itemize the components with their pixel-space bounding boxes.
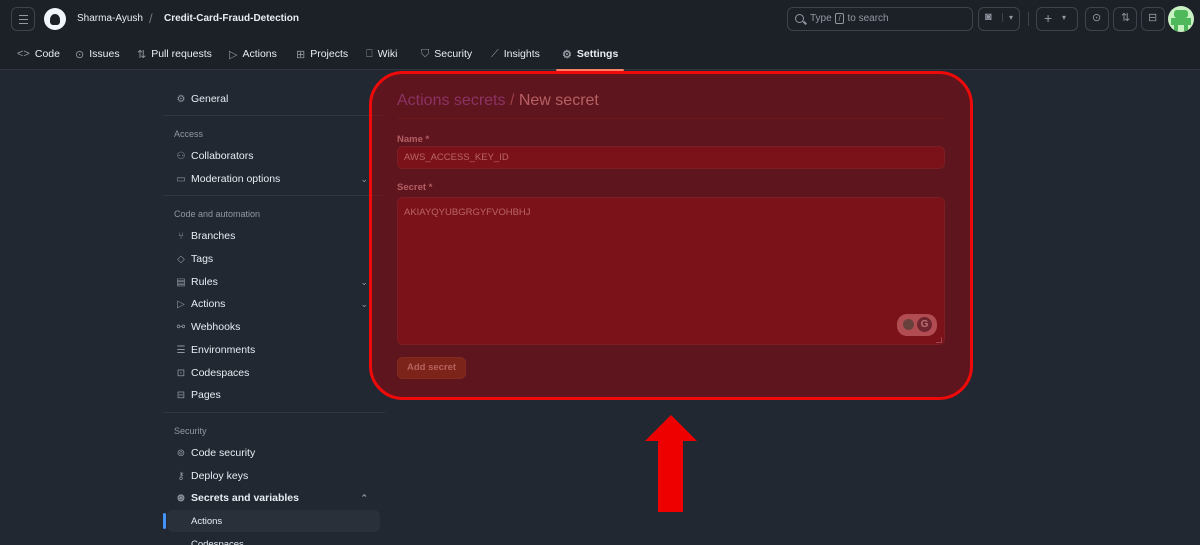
repo-owner-link[interactable]: Sharma-Ayush bbox=[77, 13, 143, 24]
pull-request-icon: ⇅ bbox=[1121, 12, 1131, 24]
codescan-icon: ⊚ bbox=[176, 447, 186, 459]
tab-actions[interactable]: ▷ Actions bbox=[229, 38, 277, 70]
copilot-button[interactable]: ◙ ▾ bbox=[978, 7, 1020, 31]
secret-label: Secret * bbox=[397, 182, 433, 193]
chevron-down-icon[interactable]: ▾ bbox=[1002, 13, 1013, 22]
asterisk-icon: ⊛ bbox=[176, 492, 186, 504]
header-divider bbox=[1028, 12, 1029, 26]
divider bbox=[397, 118, 945, 119]
gear-icon: ⚙ bbox=[176, 93, 186, 105]
tab-pull-requests[interactable]: ⇅ Pull requests bbox=[137, 38, 212, 70]
resize-handle[interactable] bbox=[936, 337, 942, 343]
top-bar: Sharma-Ayush / Credit-Card-Fraud-Detecti… bbox=[0, 0, 1200, 38]
tab-code[interactable]: <> Code bbox=[17, 38, 60, 70]
sidebar-item-collaborators[interactable]: ⚇ Collaborators bbox=[163, 145, 380, 167]
menu-button[interactable] bbox=[11, 7, 35, 31]
sidebar-section-code-automation: Code and automation bbox=[174, 209, 261, 219]
server-icon: ☰ bbox=[176, 344, 186, 356]
sidebar-item-general[interactable]: ⚙ General bbox=[163, 88, 380, 110]
rules-icon: ▤ bbox=[176, 276, 186, 288]
search-input[interactable]: Type / to search bbox=[787, 7, 973, 31]
sidebar-item-branches[interactable]: ⑂ Branches bbox=[163, 225, 380, 247]
tab-projects[interactable]: ⊞ Projects bbox=[296, 38, 348, 70]
tab-settings[interactable]: ⚙ Settings bbox=[555, 38, 625, 71]
sidebar-item-codespaces[interactable]: ⊡ Codespaces bbox=[163, 362, 380, 384]
chevron-down-icon: ⌄ bbox=[360, 276, 368, 287]
sidebar-item-secrets-and-variables[interactable]: ⊛ Secrets and variables ⌃ bbox=[163, 487, 380, 509]
webhook-icon: ⚯ bbox=[176, 321, 186, 333]
breadcrumb-separator: / bbox=[149, 11, 153, 26]
browser-icon: ⊟ bbox=[176, 389, 186, 401]
secret-textarea[interactable]: AKIAYQYUBGRGYFVOHBHJ bbox=[397, 197, 945, 345]
divider bbox=[163, 115, 385, 116]
pull-requests-button[interactable]: ⇅ bbox=[1113, 7, 1137, 31]
chevron-up-icon: ⌃ bbox=[360, 492, 368, 503]
sidebar-item-webhooks[interactable]: ⚯ Webhooks bbox=[163, 316, 380, 338]
copilot-icon: ◙ bbox=[985, 11, 992, 23]
people-icon: ⚇ bbox=[176, 150, 186, 162]
sidebar-item-code-security[interactable]: ⊚ Code security bbox=[163, 442, 380, 464]
table-icon: ⊞ bbox=[296, 48, 306, 61]
breadcrumb-separator: / bbox=[509, 92, 515, 109]
divider bbox=[163, 195, 385, 196]
tab-security[interactable]: ⛉ Security bbox=[421, 38, 472, 70]
sidebar-item-moderation[interactable]: ▭ Moderation options ⌄ bbox=[163, 168, 380, 190]
tab-issues[interactable]: ⊙ Issues bbox=[75, 38, 120, 70]
sidebar-item-deploy-keys[interactable]: ⚷ Deploy keys bbox=[163, 465, 380, 487]
create-new-button[interactable]: + ▾ bbox=[1036, 7, 1078, 31]
plus-icon: + bbox=[1044, 10, 1053, 26]
page-title-text: New secret bbox=[518, 92, 599, 109]
page-title: Actions secrets / New secret bbox=[397, 92, 599, 110]
inbox-icon: ⊟ bbox=[1148, 12, 1158, 24]
pull-request-icon: ⇅ bbox=[137, 48, 147, 61]
shield-icon: ⛉ bbox=[421, 47, 430, 60]
sidebar-item-environments[interactable]: ☰ Environments bbox=[163, 339, 380, 361]
sidebar-item-pages[interactable]: ⊟ Pages bbox=[163, 384, 380, 406]
inbox-button[interactable]: ⊟ bbox=[1141, 7, 1165, 31]
issues-button[interactable]: ⊙ bbox=[1085, 7, 1109, 31]
add-secret-button[interactable]: Add secret bbox=[397, 357, 467, 379]
arrow-up-icon bbox=[645, 415, 697, 512]
codespaces-icon: ⊡ bbox=[176, 367, 186, 379]
divider bbox=[163, 412, 385, 413]
repo-tabs: <> Code ⊙ Issues ⇅ Pull requests ▷ Actions ⊞… bbox=[0, 38, 1200, 71]
tab-wiki[interactable]: ⎕ Wiki bbox=[366, 38, 397, 70]
key-icon: ⚷ bbox=[177, 470, 185, 482]
lightbulb-icon bbox=[903, 319, 914, 330]
comment-icon: ▭ bbox=[176, 173, 186, 185]
sidebar-subitem-codespaces[interactable]: Codespaces bbox=[167, 533, 380, 545]
issue-icon: ⊙ bbox=[75, 48, 85, 61]
sidebar-item-tags[interactable]: ◇ Tags bbox=[163, 248, 380, 270]
grammarly-icon: G bbox=[917, 317, 932, 332]
repo-name-link[interactable]: Credit-Card-Fraud-Detection bbox=[164, 13, 299, 24]
sidebar-subitem-actions[interactable]: Actions bbox=[163, 510, 380, 532]
chevron-down-icon: ▾ bbox=[1062, 13, 1067, 22]
issue-icon: ⊙ bbox=[1092, 12, 1102, 24]
book-icon: ⎕ bbox=[366, 47, 373, 60]
search-icon bbox=[795, 14, 804, 23]
name-input[interactable] bbox=[397, 146, 945, 169]
play-icon: ▷ bbox=[229, 48, 238, 61]
name-label: Name * bbox=[397, 134, 430, 145]
avatar[interactable] bbox=[1168, 6, 1194, 32]
tag-icon: ◇ bbox=[177, 253, 185, 265]
tab-insights[interactable]: ⟋ Insights bbox=[491, 38, 540, 70]
chevron-down-icon: ⌄ bbox=[360, 173, 368, 184]
sidebar-item-actions[interactable]: ▷ Actions ⌄ bbox=[163, 293, 380, 315]
search-placeholder: Type / to search bbox=[810, 13, 889, 24]
graph-icon: ⟋ bbox=[491, 47, 499, 60]
chevron-down-icon: ⌄ bbox=[360, 298, 368, 309]
breadcrumb-actions-secrets-link[interactable]: Actions secrets bbox=[397, 92, 505, 109]
sidebar-item-rules[interactable]: ▤ Rules ⌄ bbox=[163, 271, 380, 293]
sidebar-section-security: Security bbox=[174, 426, 207, 436]
gear-icon: ⚙ bbox=[562, 48, 572, 61]
grammarly-widget[interactable]: G bbox=[897, 314, 937, 336]
play-icon: ▷ bbox=[177, 298, 185, 310]
code-icon: <> bbox=[17, 48, 30, 60]
repo-header: Sharma-Ayush / Credit-Card-Fraud-Detecti… bbox=[0, 0, 1200, 71]
branch-icon: ⑂ bbox=[178, 230, 184, 242]
sidebar-section-access: Access bbox=[174, 129, 204, 139]
github-logo-icon[interactable] bbox=[44, 8, 66, 30]
